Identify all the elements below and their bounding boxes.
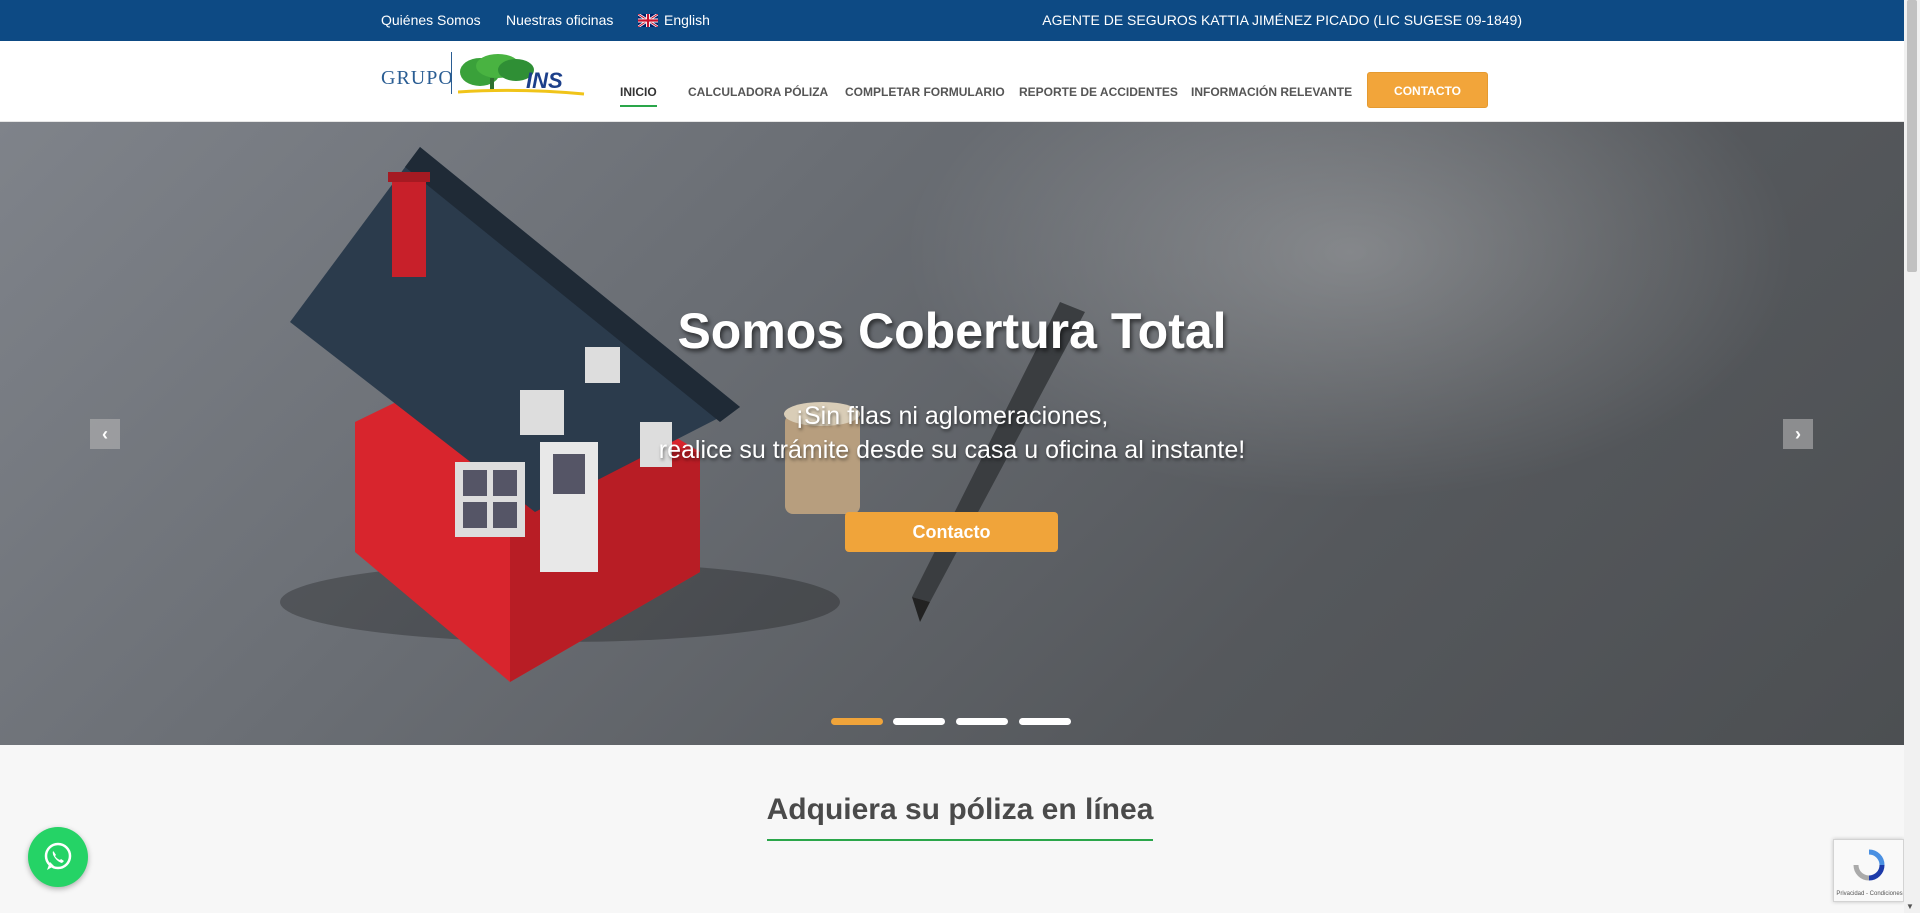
hero-contact-button[interactable]: Contacto [845,512,1058,552]
recaptcha-badge[interactable]: Privacidad - Condiciones [1833,839,1904,902]
agent-info: AGENTE DE SEGUROS KATTIA JIMÉNEZ PICADO … [1042,12,1522,28]
hero-title: Somos Cobertura Total [677,303,1227,359]
hero-subtitle-line2: realice su trámite desde su casa u ofici… [658,436,1246,464]
carousel-dot-1[interactable] [831,718,883,725]
chevron-right-icon: › [1795,424,1801,444]
carousel-next-button[interactable]: › [1783,419,1813,449]
nav-calculadora-poliza[interactable]: CALCULADORA PÓLIZA [688,85,828,99]
language-link[interactable]: English [638,12,710,28]
top-bar: Quiénes Somos Nuestras oficinas English … [0,0,1904,41]
offices-link[interactable]: Nuestras oficinas [506,12,613,28]
nav-reporte-accidentes[interactable]: REPORTE DE ACCIDENTES [1019,85,1178,99]
carousel-dot-3[interactable] [956,718,1008,725]
recaptcha-links: Privacidad - Condiciones [1836,891,1903,897]
nav-completar-formulario[interactable]: COMPLETAR FORMULARIO [845,85,1005,99]
section-title: Adquiera su póliza en línea [766,793,1154,826]
ins-tree-logo-icon: INS [458,54,585,96]
hero-subtitle-line1: ¡Sin filas ni aglomeraciones, [795,402,1109,430]
uk-flag-icon [638,14,658,27]
language-label: English [664,12,710,28]
recaptcha-icon [1853,849,1885,881]
nav-informacion-relevante[interactable]: INFORMACIÓN RELEVANTE [1191,85,1352,99]
grupo-ins-logo[interactable]: GRUPO INS [381,52,585,98]
hero-carousel: Somos Cobertura Total ¡Sin filas ni aglo… [0,122,1904,745]
hero-house-image [280,147,1085,682]
about-link[interactable]: Quiénes Somos [381,12,481,28]
whatsapp-icon [44,842,72,870]
carousel-dot-4[interactable] [1019,718,1071,725]
logo-grupo-text: GRUPO [381,67,454,89]
whatsapp-button[interactable] [28,827,88,887]
scroll-down-arrow-icon[interactable]: ▼ [1906,902,1914,911]
carousel-dot-2[interactable] [893,718,945,725]
carousel-prev-button[interactable]: ‹ [90,419,120,449]
main-header: GRUPO INS INICIO CALCULADORA PÓLIZA COMP… [0,41,1904,122]
section-title-underline [767,839,1153,841]
chevron-left-icon: ‹ [102,424,108,444]
logo-divider [451,52,452,94]
scrollbar-thumb[interactable] [1907,0,1917,272]
svg-text:INS: INS [526,68,563,93]
nav-inicio[interactable]: INICIO [620,85,657,107]
contacto-button[interactable]: CONTACTO [1367,72,1488,108]
